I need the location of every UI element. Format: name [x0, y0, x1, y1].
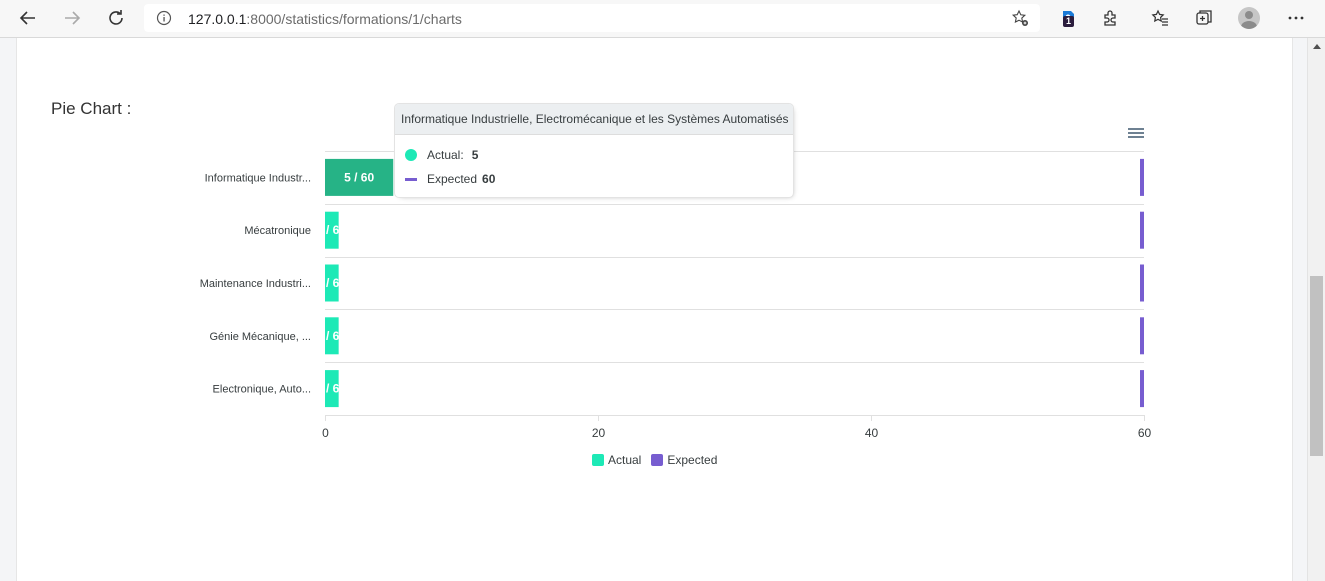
x-tick-label: 20	[592, 426, 606, 440]
x-tick-label: 60	[1138, 426, 1152, 440]
tooltip-expected-label: Expected	[427, 172, 478, 186]
legend-label-expected: Expected	[667, 453, 718, 467]
legend-swatch-expected	[651, 454, 664, 466]
goal-marker-expected	[1140, 158, 1144, 196]
menu-line	[1128, 136, 1144, 138]
tooltip-actual-value: 5	[471, 148, 479, 162]
legend-item-actual[interactable]: Actual	[592, 453, 641, 467]
tooltip-title: Informatique Industrielle, Electromécani…	[395, 104, 793, 135]
chart-legend: Actual Expected	[592, 453, 727, 467]
x-tick-label: 40	[865, 426, 879, 440]
category-label: Maintenance Industri...	[200, 278, 311, 290]
bar-data-label: / 6	[326, 329, 340, 343]
tooltip-actual-label: Actual:	[427, 148, 464, 162]
goal-marker-expected	[1140, 317, 1144, 355]
category-label: Informatique Industr...	[205, 172, 311, 184]
tooltip-row-expected: Expected 60	[405, 172, 495, 186]
menu-line	[1128, 128, 1144, 130]
tooltip-expected-value: 60	[482, 172, 496, 186]
bar-chart: 0 20 40 60 Informatique Industr... 5 / 60 Méca…	[200, 151, 1152, 440]
category-label: Electronique, Auto...	[213, 384, 311, 396]
page-scrollbar[interactable]	[1307, 38, 1325, 581]
bar-data-label: 5 / 60	[344, 170, 374, 184]
x-tick-label: 0	[322, 426, 329, 440]
legend-item-expected[interactable]: Expected	[651, 453, 717, 467]
bar-data-label: / 6	[326, 276, 340, 290]
legend-swatch-actual	[592, 454, 604, 466]
tooltip-row-actual: Actual: 5	[405, 148, 478, 162]
menu-line	[1128, 132, 1144, 134]
goal-marker-expected	[1140, 370, 1144, 408]
goal-marker-expected	[1140, 211, 1144, 249]
category-label: Mécatronique	[244, 225, 311, 237]
tooltip-marker-expected	[405, 177, 417, 181]
bar-data-label: / 6	[326, 382, 340, 396]
scroll-up-arrow-icon[interactable]	[1313, 44, 1321, 49]
bar-data-label: / 6	[326, 223, 340, 237]
tooltip-marker-actual	[405, 149, 417, 161]
goal-marker-expected	[1140, 264, 1144, 302]
scroll-thumb[interactable]	[1310, 276, 1323, 456]
legend-label-actual: Actual	[608, 453, 642, 467]
chart-menu-button[interactable]	[1127, 125, 1145, 141]
category-label: Génie Mécanique, ...	[209, 331, 311, 343]
chart-tooltip: Informatique Industrielle, Electromécani…	[394, 103, 794, 198]
